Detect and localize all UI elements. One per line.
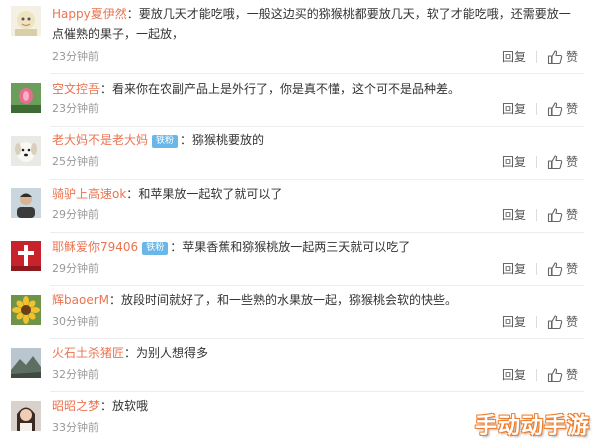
cartoon-avatar-icon[interactable] [11, 6, 41, 36]
reply-button[interactable]: 回复 [502, 368, 526, 382]
username-link[interactable]: 空文控吾 [52, 82, 100, 96]
fan-badge[interactable]: 铁粉 [142, 242, 169, 255]
reply-button[interactable]: 回复 [502, 155, 526, 169]
comment-item: 骑驴上高速ok：和苹果放一起软了就可以了 29分钟前 回复 赞 [0, 180, 594, 233]
comment-text: 放段时间就好了，和一些熟的水果放一起，猕猴桃会软的快些。 [121, 293, 458, 307]
comment-text-line: 辉baoerM：放段时间就好了，和一些熟的水果放一起，猕猴桃会软的快些。 [52, 290, 582, 310]
comment-text-line: 空文控吾：看来你在农副产品上是外行了，你是真不懂，这个可不是品种差。 [52, 79, 582, 99]
like-label: 赞 [566, 262, 579, 276]
reply-button[interactable]: 回复 [502, 102, 526, 116]
thumbs-up-icon [547, 368, 563, 383]
like-label: 赞 [566, 315, 579, 329]
colon: ： [170, 240, 183, 254]
username-link[interactable]: 耶稣爱你79406 [52, 240, 138, 254]
like-label: 赞 [566, 50, 579, 64]
action-divider [536, 103, 537, 115]
colon: ： [100, 82, 113, 96]
comment-item: 空文控吾：看来你在农副产品上是外行了，你是真不懂，这个可不是品种差。 23分钟前… [0, 74, 594, 127]
comment-text-line: 老大妈不是老大妈 铁粉 ：猕猴桃要放的 [52, 130, 582, 150]
comment-text: 苹果香蕉和猕猴桃放一起两三天就可以吃了 [182, 240, 411, 254]
comment-text: 为别人想得多 [136, 346, 209, 360]
like-label: 赞 [566, 368, 579, 382]
action-divider [536, 263, 537, 275]
comment-text: 猕猴桃要放的 [192, 133, 265, 147]
watermark-text: 手动动手游 [474, 414, 590, 439]
comment-list: Happy夏伊然：要放几天才能吃哦，一般这边买的猕猴桃都要放几天，软了才能吃哦，… [0, 0, 594, 442]
action-divider [536, 316, 537, 328]
timestamp: 29分钟前 [52, 262, 99, 275]
thumbs-up-icon [547, 155, 563, 170]
timestamp: 30分钟前 [52, 315, 99, 328]
reply-button[interactable]: 回复 [502, 262, 526, 276]
comment-text: 看来你在农副产品上是外行了，你是真不懂，这个可不是品种差。 [112, 82, 461, 96]
comment-text-line: 火石土杀猪匠：为别人想得多 [52, 343, 582, 363]
comment-item: 辉baoerM：放段时间就好了，和一些熟的水果放一起，猕猴桃会软的快些。 30分… [0, 286, 594, 339]
colon: ： [108, 293, 121, 307]
cross-avatar-icon[interactable] [11, 241, 41, 271]
colon: ： [126, 187, 139, 201]
thumbs-up-icon [547, 315, 563, 330]
reply-button[interactable]: 回复 [502, 208, 526, 222]
thumbs-up-icon [547, 208, 563, 223]
dog-avatar-icon[interactable] [11, 136, 41, 166]
colon: ： [124, 346, 137, 360]
thumbs-up-icon [547, 102, 563, 117]
action-divider [536, 369, 537, 381]
colon: ： [126, 7, 139, 21]
comment-item: 火石土杀猪匠：为别人想得多 32分钟前 回复 赞 [0, 339, 594, 392]
reply-button[interactable]: 回复 [502, 50, 526, 64]
timestamp: 23分钟前 [52, 50, 99, 63]
colon: ： [100, 399, 113, 413]
username-link[interactable]: 骑驴上高速ok [52, 187, 126, 201]
comment-text-line: 耶稣爱你79406 铁粉 ：苹果香蕉和猕猴桃放一起两三天就可以吃了 [52, 237, 582, 257]
comment-item: Happy夏伊然：要放几天才能吃哦，一般这边买的猕猴桃都要放几天，软了才能吃哦，… [0, 0, 594, 74]
action-divider [536, 209, 537, 221]
comment-text-line: 骑驴上高速ok：和苹果放一起软了就可以了 [52, 184, 582, 204]
comment-text: 放软哦 [112, 399, 149, 413]
comment-item: 耶稣爱你79406 铁粉 ：苹果香蕉和猕猴桃放一起两三天就可以吃了 29分钟前 回复… [0, 233, 594, 286]
person-avatar-icon[interactable] [11, 188, 41, 218]
thumbs-up-icon [547, 262, 563, 277]
comment-text: 和苹果放一起软了就可以了 [138, 187, 283, 201]
timestamp: 32分钟前 [52, 368, 99, 381]
like-label: 赞 [566, 102, 579, 116]
timestamp: 23分钟前 [52, 102, 99, 115]
site-watermark: 手动动手游 [475, 410, 590, 440]
username-link[interactable]: 火石土杀猪匠 [52, 346, 124, 360]
like-label: 赞 [566, 208, 579, 222]
like-label: 赞 [566, 155, 579, 169]
lotus-avatar-icon[interactable] [11, 83, 41, 113]
timestamp: 33分钟前 [52, 421, 99, 434]
mountain-avatar-icon[interactable] [11, 348, 41, 378]
action-divider [536, 156, 537, 168]
reply-button[interactable]: 回复 [502, 315, 526, 329]
username-link[interactable]: 辉baoerM [52, 293, 109, 307]
girl-avatar-icon[interactable] [11, 401, 41, 431]
username-link[interactable]: Happy夏伊然 [52, 7, 127, 21]
action-divider [536, 51, 537, 63]
colon: ： [180, 133, 193, 147]
comment-item: 老大妈不是老大妈 铁粉 ：猕猴桃要放的 25分钟前 回复 赞 [0, 127, 594, 180]
comment-text-line: Happy夏伊然：要放几天才能吃哦，一般这边买的猕猴桃都要放几天，软了才能吃哦，… [52, 4, 582, 44]
fan-badge[interactable]: 铁粉 [152, 135, 179, 148]
thumbs-up-icon [547, 50, 563, 65]
timestamp: 25分钟前 [52, 155, 99, 168]
timestamp: 29分钟前 [52, 208, 99, 221]
username-link[interactable]: 昭昭之梦 [52, 399, 100, 413]
sunflower-avatar-icon[interactable] [11, 295, 41, 325]
username-link[interactable]: 老大妈不是老大妈 [52, 133, 148, 147]
